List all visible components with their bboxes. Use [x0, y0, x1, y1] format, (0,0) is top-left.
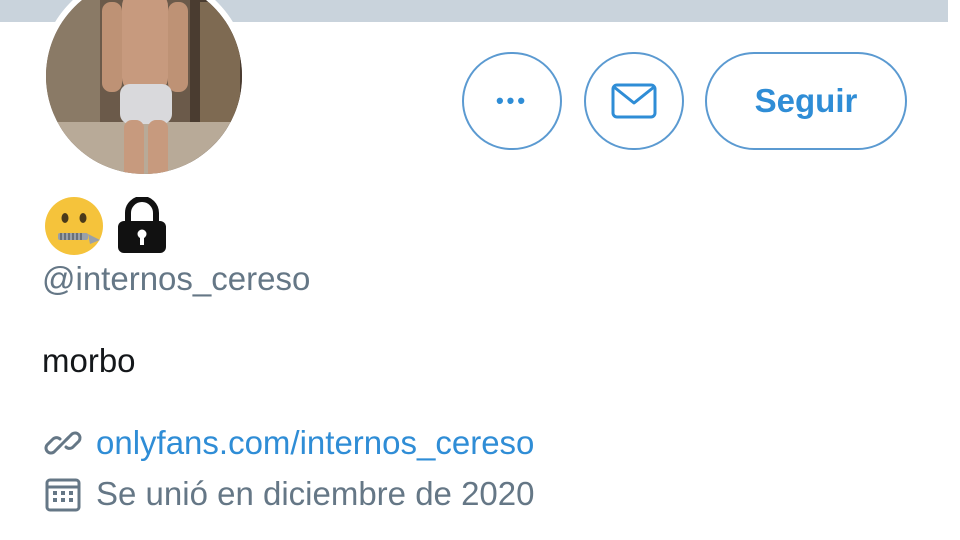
profile-handle: @internos_cereso: [42, 260, 311, 297]
lock-icon: [118, 197, 166, 253]
link-icon: [44, 431, 82, 455]
zipper-mouth-face-icon: [45, 197, 103, 255]
message-button[interactable]: [584, 52, 684, 150]
profile-website-link[interactable]: onlyfans.com/internos_cereso: [96, 424, 534, 462]
profile-avatar[interactable]: [40, 0, 248, 180]
envelope-icon: [611, 83, 657, 119]
profile-joined-date: Se unió en diciembre de 2020: [96, 475, 535, 512]
more-options-button[interactable]: •••: [462, 52, 562, 150]
follow-button[interactable]: Seguir: [705, 52, 907, 150]
profile-link-row: onlyfans.com/internos_cereso: [44, 424, 534, 462]
more-options-icon: •••: [495, 88, 529, 113]
name-emojis: [44, 196, 170, 256]
profile-joined-row: Se unió en diciembre de 2020: [44, 475, 534, 513]
profile-bio: morbo: [42, 342, 136, 379]
calendar-icon: [45, 478, 81, 512]
avatar-image: [40, 0, 248, 180]
